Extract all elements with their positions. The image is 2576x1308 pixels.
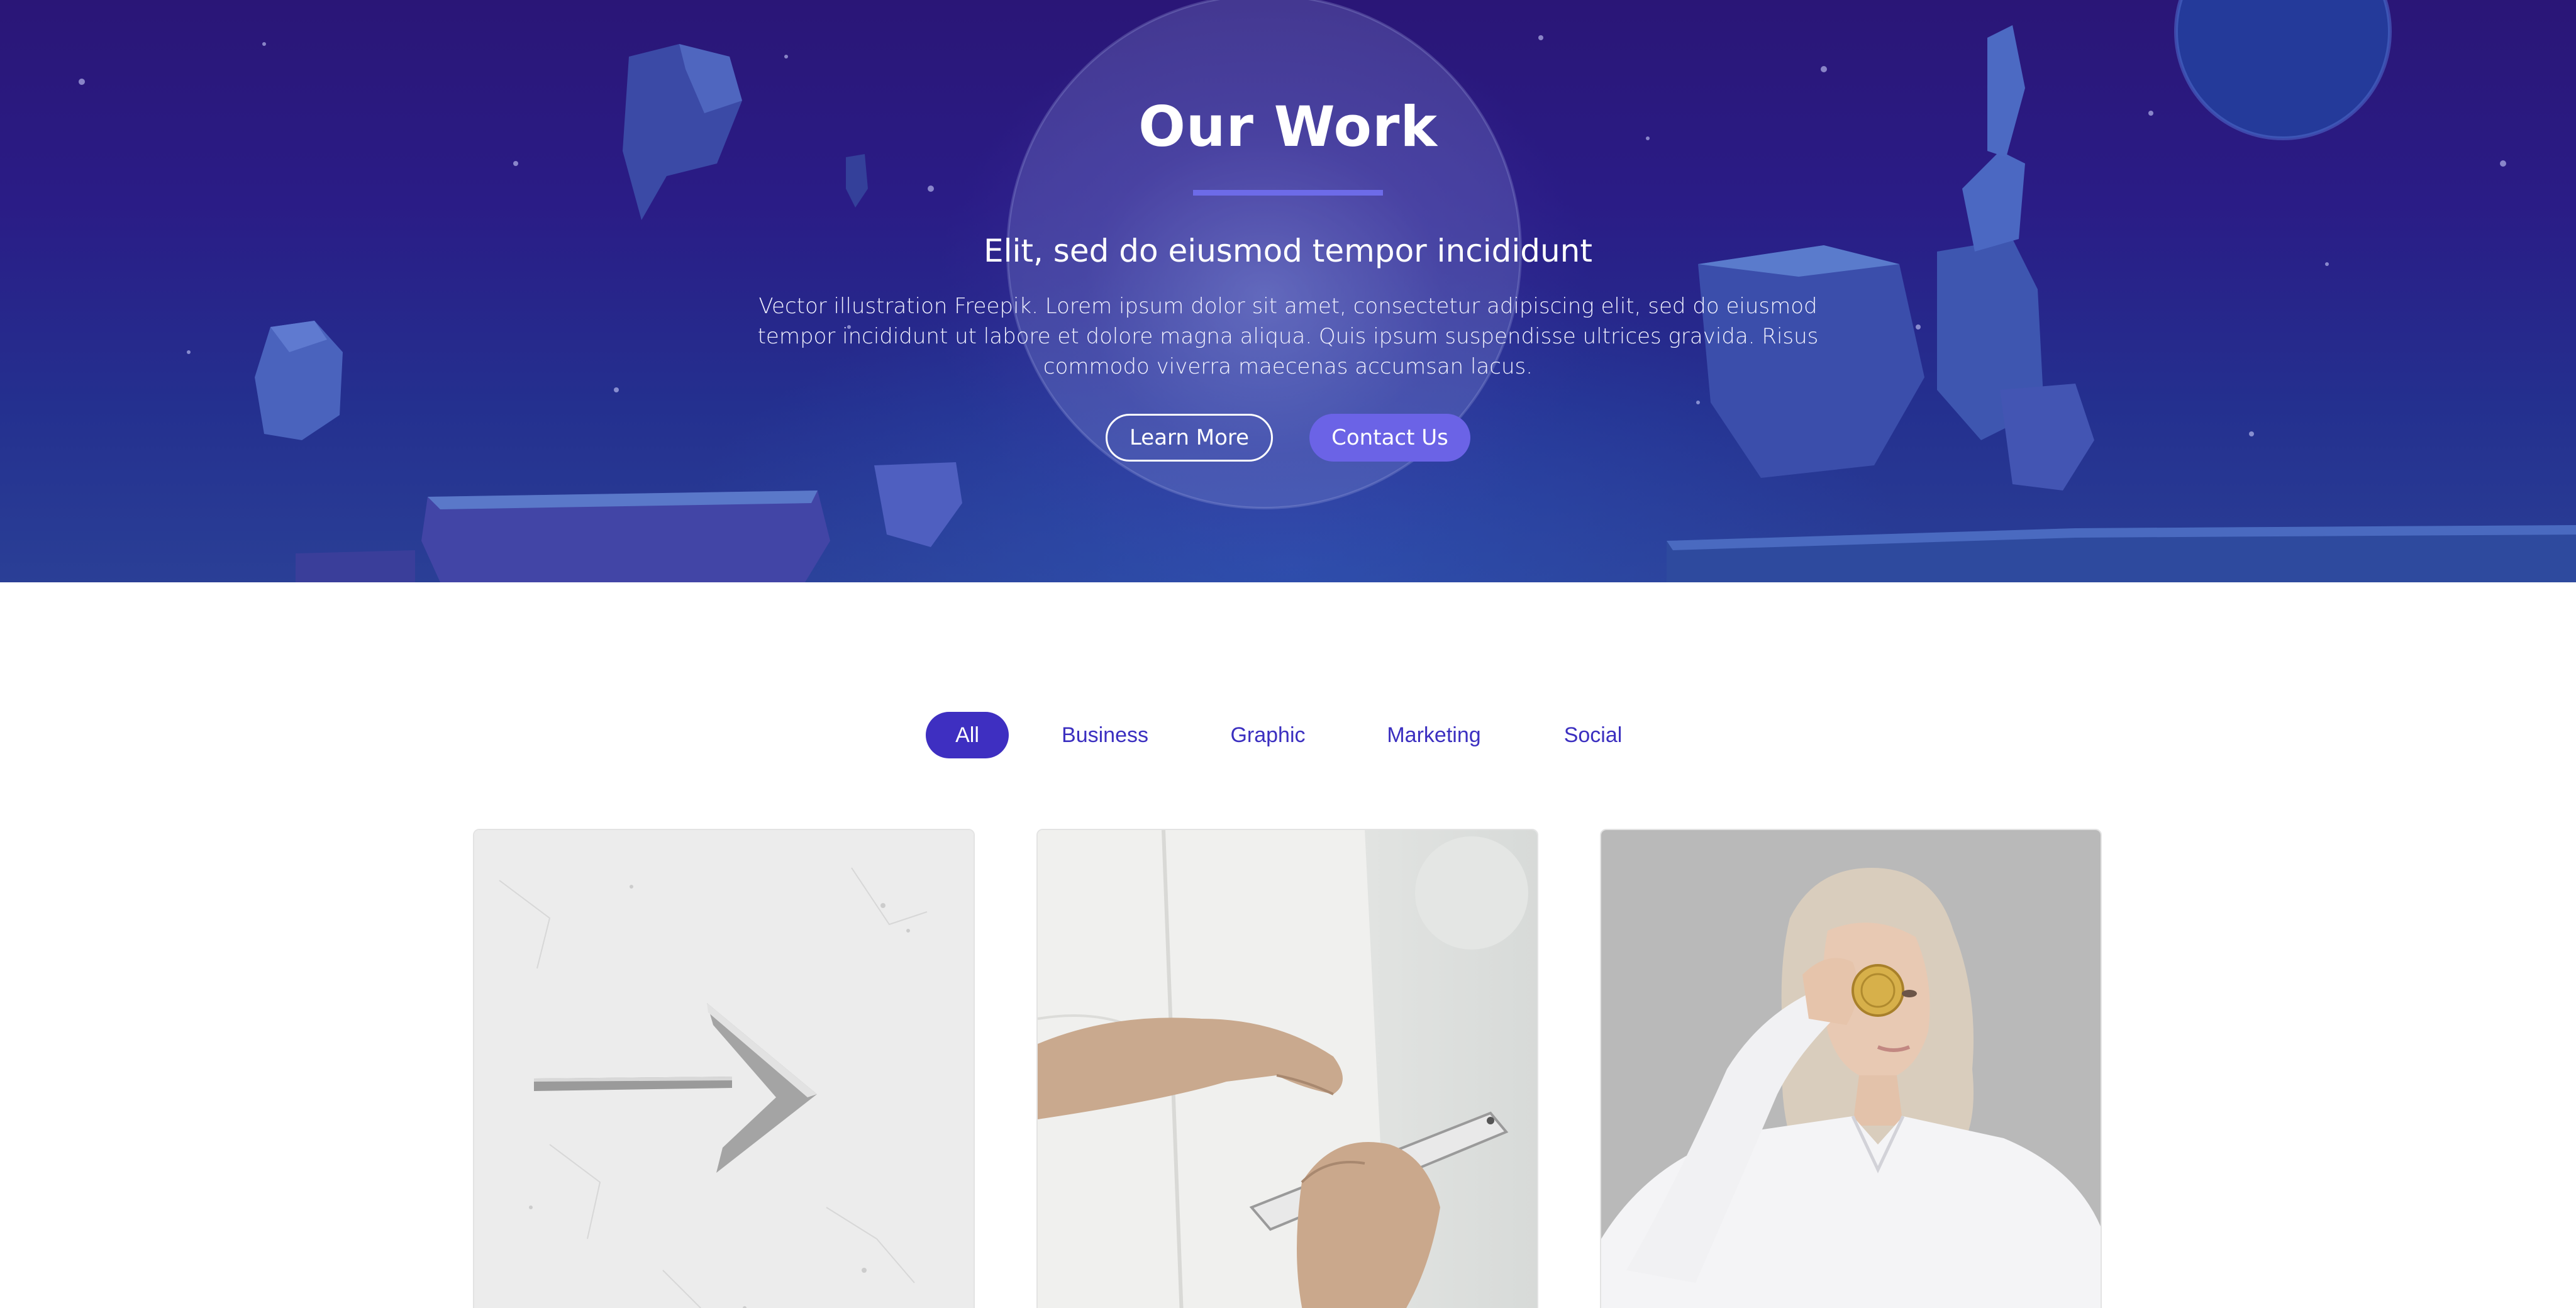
filter-social[interactable]: Social xyxy=(1558,712,1628,758)
page: Our Work Elit, sed do eiusmod tempor inc… xyxy=(0,0,2576,1308)
phone-photo xyxy=(1038,830,1537,1308)
gallery-item-woman-coin[interactable] xyxy=(1600,829,2102,1308)
page-title: Our Work xyxy=(1138,94,1438,159)
gallery-item-phone[interactable] xyxy=(1036,829,1538,1308)
filter-graphic[interactable]: Graphic xyxy=(1224,712,1312,758)
hero-subtitle: Elit, sed do eiusmod tempor incididunt xyxy=(984,233,1592,269)
portfolio-filter-bar: All Business Graphic Marketing Social xyxy=(0,712,2576,760)
gallery-item-arrow[interactable] xyxy=(473,829,975,1308)
woman-coin-photo xyxy=(1601,830,2101,1308)
hero-banner: Our Work Elit, sed do eiusmod tempor inc… xyxy=(0,0,2576,582)
arrow-photo xyxy=(474,830,974,1308)
filter-all[interactable]: All xyxy=(926,712,1009,758)
title-underline xyxy=(1193,190,1383,196)
contact-us-button[interactable]: Contact Us xyxy=(1309,414,1470,462)
filter-marketing[interactable]: Marketing xyxy=(1382,712,1485,758)
filter-business[interactable]: Business xyxy=(1052,712,1158,758)
learn-more-button[interactable]: Learn More xyxy=(1106,414,1273,462)
hero-description: Vector illustration Freepik. Lorem ipsum… xyxy=(757,294,1819,379)
